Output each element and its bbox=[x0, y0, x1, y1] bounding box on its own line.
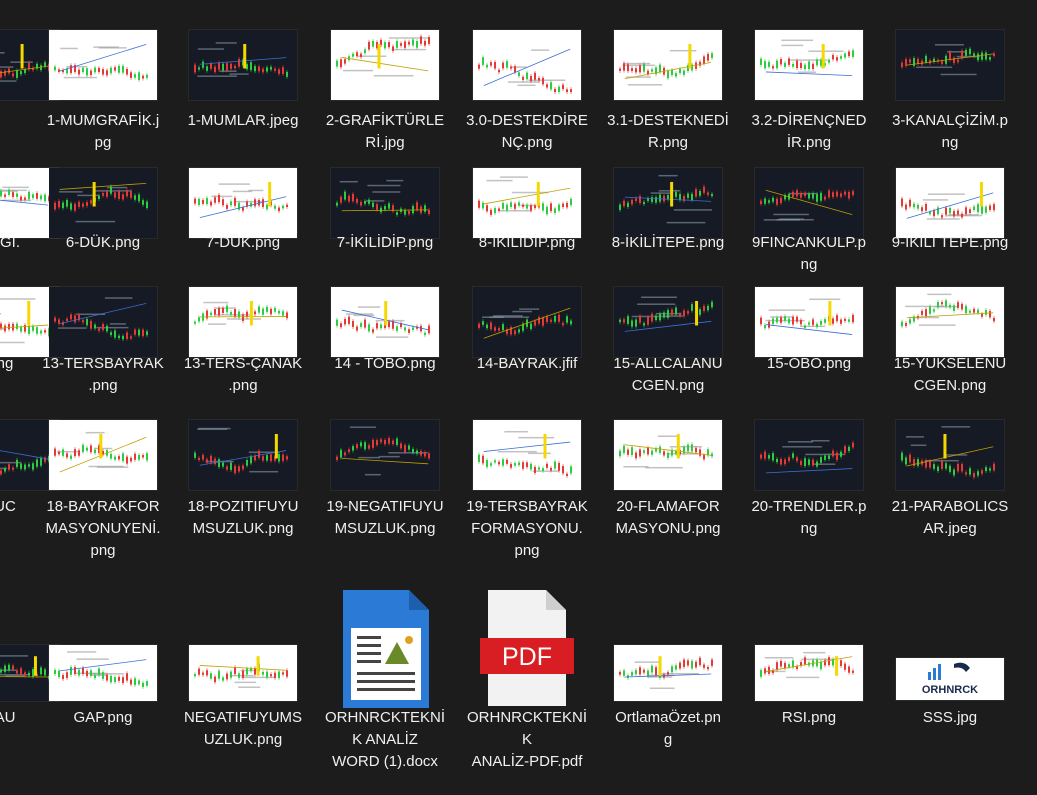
double-bottom-thumbnail-icon bbox=[473, 168, 581, 238]
file-name: 13-TERSBAYRAK .png bbox=[42, 355, 164, 394]
candlestick-chart-thumbnail-icon bbox=[49, 30, 157, 100]
candlestick-chart-thumbnail-icon bbox=[189, 30, 297, 100]
file-name: 3-KANALÇİZİM.p ng bbox=[892, 112, 1008, 151]
file-name: RSI.png bbox=[781, 709, 837, 726]
file-name: 19-TERSBAYRAK FORMASYONU. png bbox=[466, 498, 588, 559]
pennant-thumbnail-icon bbox=[614, 420, 722, 490]
double-bottom-thumbnail-icon bbox=[331, 168, 439, 238]
double-top-thumbnail-icon bbox=[896, 168, 1004, 238]
parabolic-sar-thumbnail-icon bbox=[896, 420, 1004, 490]
file-name: 8-İKİLİDİP.png bbox=[478, 234, 576, 251]
file-name: SSS.jpg bbox=[922, 709, 978, 726]
file-name: 13-TERS-ÇANAK .png bbox=[183, 355, 303, 394]
trend-thumbnail-icon bbox=[755, 420, 863, 490]
file-name: 20-FLAMAFOR MASYONU.png bbox=[615, 498, 721, 537]
file-name: GAP.png bbox=[73, 709, 133, 726]
trend-thumbnail-icon bbox=[49, 168, 157, 238]
trend-thumbnail-icon bbox=[189, 168, 297, 238]
flag-thumbnail-icon bbox=[49, 420, 157, 490]
file-name: 20-TRENDLER.p ng bbox=[751, 498, 867, 537]
support-thumbnail-icon bbox=[614, 30, 722, 100]
file-name: NEGATIFUYUMS UZLUK.png bbox=[183, 709, 303, 748]
file-name: 6-DÜK.png bbox=[65, 234, 141, 251]
file-name: 1-MUMLAR.jpeg bbox=[187, 112, 299, 129]
divergence-thumbnail-icon bbox=[189, 645, 297, 701]
triangle-thumbnail-icon bbox=[614, 287, 722, 357]
file-name: ORHNRCKTEKNİ K ANALİZ WORD (1).docx bbox=[324, 709, 445, 770]
rsi-thumbnail-icon bbox=[755, 645, 863, 701]
support-resistance-thumbnail-icon bbox=[473, 30, 581, 100]
file-name: 21-PARABOLICS AR.jpeg bbox=[891, 498, 1009, 537]
file-name: 18-POZITIFUYU MSUZLUK.png bbox=[187, 498, 299, 537]
file-name: 18-BAYRAKFOR MASYONUYENİ. png bbox=[45, 498, 161, 559]
gap-thumbnail-icon bbox=[49, 645, 157, 701]
pdf-document-icon: PDF bbox=[480, 588, 574, 708]
head-shoulders-thumbnail-icon bbox=[331, 287, 439, 357]
file-name: 7-DÜK.png bbox=[205, 234, 281, 251]
file-name: OrtlamaÖzet.pn g bbox=[615, 709, 721, 748]
file-grid: 1-MUMGRAFİK.j pg 1-MUMLAR.jpeg 2-GRAFİKTÜRL… bbox=[0, 0, 1037, 795]
file-name: 3.1-DESTEKNEDİ R.png bbox=[607, 112, 729, 151]
file-name: 7-İKİLİDİP.png bbox=[336, 234, 434, 251]
file-name: ORHNRCKTEKNİ K ANALİZ-PDF.pdf bbox=[466, 709, 587, 770]
head-shoulders-thumbnail-icon bbox=[755, 287, 863, 357]
file-name: 1-MUMGRAFİK.j pg bbox=[46, 112, 160, 151]
bowl-thumbnail-icon bbox=[189, 287, 297, 357]
file-name: 14-BAYRAK.jfif bbox=[476, 355, 578, 372]
resistance-thumbnail-icon bbox=[755, 30, 863, 100]
file-name: 9FINCANKULP.p ng bbox=[752, 234, 866, 273]
divergence-thumbnail-icon bbox=[331, 420, 439, 490]
file-name: 3.0-DESTEKDİRE NÇ.png bbox=[466, 112, 588, 151]
cup-handle-thumbnail-icon bbox=[755, 168, 863, 238]
flag-thumbnail-icon bbox=[473, 287, 581, 357]
channel-thumbnail-icon bbox=[896, 30, 1004, 100]
divergence-thumbnail-icon bbox=[189, 420, 297, 490]
flag-thumbnail-icon bbox=[473, 420, 581, 490]
file-name: 14 - TOBO.png bbox=[334, 355, 436, 372]
triangle-thumbnail-icon bbox=[896, 287, 1004, 357]
file-name: 8-İKİLİTEPE.png bbox=[611, 234, 725, 251]
double-top-thumbnail-icon bbox=[614, 168, 722, 238]
file-name: 2-GRAFİKTÜRLE Rİ.jpg bbox=[325, 112, 445, 151]
flag-thumbnail-icon bbox=[49, 287, 157, 357]
file-name: 15-OBO.png bbox=[766, 355, 852, 372]
moving-average-thumbnail-icon bbox=[614, 645, 722, 701]
svg-text:ORHNRCK: ORHNRCK bbox=[922, 684, 978, 696]
word-document-icon bbox=[339, 588, 431, 710]
file-name: 15-YUKSELENU CGEN.png bbox=[893, 355, 1007, 394]
svg-text:PDF: PDF bbox=[502, 643, 552, 671]
orhnrck-logo-icon: ORHNRCK bbox=[896, 658, 1004, 700]
chart-types-thumbnail-icon bbox=[331, 30, 439, 100]
file-name: 3.2-DİRENÇNED İR.png bbox=[751, 112, 867, 151]
file-name: 19-NEGATIFUYU MSUZLUK.png bbox=[326, 498, 444, 537]
file-name: 9-İKİLİ TEPE.png bbox=[891, 234, 1009, 251]
file-name: 15-ALLCALANU CGEN.png bbox=[613, 355, 723, 394]
